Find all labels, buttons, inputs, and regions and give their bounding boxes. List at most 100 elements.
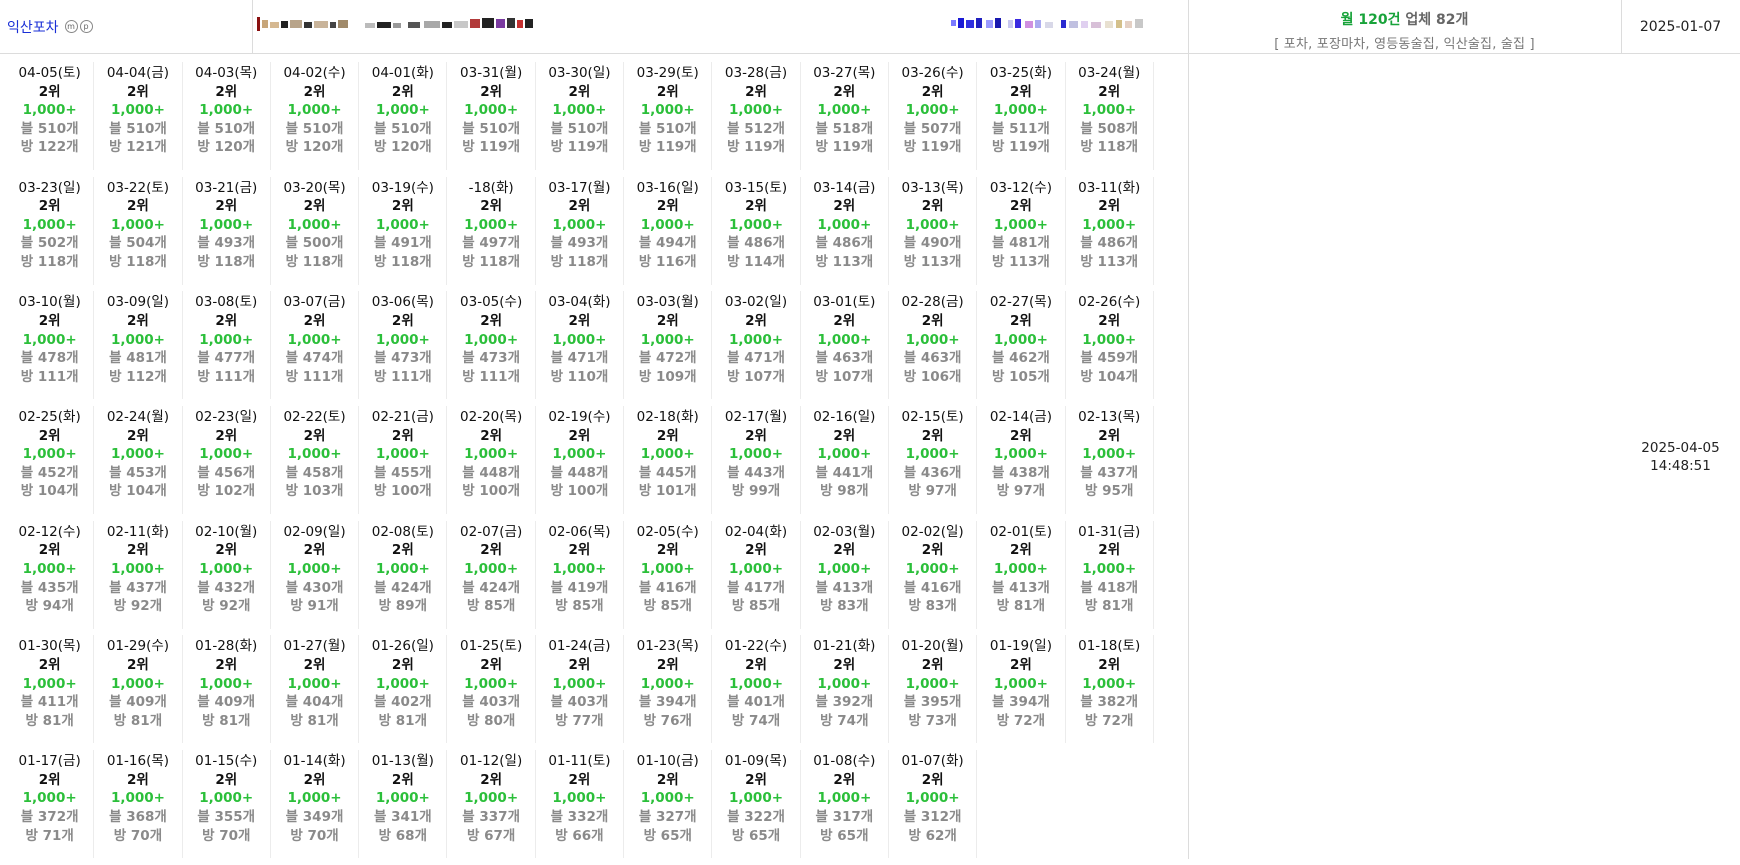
p-badge-icon[interactable]: p [79,20,93,33]
day-date: 01-11(토) [548,753,611,770]
day-cell: 03-08(토) 2위 1,000+ 블 477개 방 111개 [183,291,271,400]
day-date: 02-19(수) [548,409,611,426]
day-room-count: 방 94개 [25,598,74,615]
day-room-count: 방 89개 [378,598,427,615]
day-date: 03-04(화) [548,294,611,311]
day-cell: 02-15(토) 2위 1,000+ 블 436개 방 97개 [889,406,978,515]
day-room-count: 방 106개 [903,368,962,385]
day-date: 01-17(금) [18,753,81,770]
day-date: 03-07(금) [283,294,346,311]
day-count: 1,000+ [110,216,165,233]
day-count: 1,000+ [993,216,1048,233]
day-room-count: 방 104개 [20,483,79,500]
day-rank: 2위 [1098,427,1121,444]
day-room-count: 방 119개 [638,139,697,156]
day-count: 1,000+ [110,102,165,119]
day-count: 1,000+ [199,331,254,348]
day-count: 1,000+ [552,216,607,233]
day-blog-count: 블 462개 [992,350,1050,367]
day-date: 03-15(토) [724,179,788,196]
day-blog-count: 블 497개 [462,235,520,252]
day-date: 02-14(금) [989,409,1052,426]
day-rank: 2위 [656,312,679,329]
day-cell: 03-28(금) 2위 1,000+ 블 512개 방 119개 [712,62,801,170]
day-date: 03-26(수) [901,65,964,81]
day-blog-count: 블 463개 [815,350,874,367]
day-room-count: 방 113개 [992,254,1050,271]
day-rank: 2위 [215,198,238,215]
day-rank: 2위 [745,771,767,788]
day-cell: 01-15(수) 2위 1,000+ 블 355개 방 70개 [183,750,271,859]
day-count: 1,000+ [287,216,342,233]
day-blog-count: 블 510개 [285,120,344,137]
day-rank: 2위 [391,657,414,674]
day-cell: 03-05(수) 2위 1,000+ 블 473개 방 111개 [447,291,536,400]
day-cell: 03-23(일) 2위 1,000+ 블 502개 방 118개 [6,176,95,285]
day-blog-count: 블 486개 [1080,235,1139,252]
day-date: 01-08(수) [813,753,876,770]
day-cell: 03-17(월) 2위 1,000+ 블 493개 방 118개 [536,176,625,285]
day-blog-count: 블 518개 [815,120,874,137]
day-room-count: 방 92개 [113,598,163,615]
day-blog-count: 블 395개 [903,694,962,711]
day-rank: 2위 [38,542,61,559]
day-count: 1,000+ [905,675,960,692]
day-room-count: 방 113개 [815,254,874,271]
day-room-count: 방 83개 [820,598,869,615]
day-cell: 01-13(월) 2위 1,000+ 블 341개 방 68개 [359,750,448,859]
day-count: 1,000+ [993,675,1048,692]
total-count: 업체 82개 [1405,12,1469,28]
day-cell: 03-09(일) 2위 1,000+ 블 481개 방 112개 [94,291,183,400]
day-cell: 02-09(일) 2위 1,000+ 블 430개 방 91개 [271,520,360,629]
day-count: 1,000+ [552,331,607,348]
day-blog-count: 블 382개 [1080,694,1139,711]
day-room-count: 방 70개 [113,827,163,844]
day-cell: 03-22(토) 2위 1,000+ 블 504개 방 118개 [94,176,183,285]
day-rank: 2위 [921,542,944,559]
day-cell: 03-31(월) 2위 1,000+ 블 510개 방 119개 [447,62,536,170]
day-blog-count: 블 327개 [638,808,697,825]
day-blog-count: 블 453개 [109,464,167,481]
day-cell: 01-24(금) 2위 1,000+ 블 403개 방 77개 [536,635,625,744]
day-cell: 02-10(월) 2위 1,000+ 블 432개 방 92개 [183,520,271,629]
day-blog-count: 블 507개 [903,120,962,137]
day-blog-count: 블 448개 [462,464,520,481]
shop-name-cell: 익산포차 m p [0,0,253,53]
day-room-count: 방 111개 [285,368,344,385]
day-count: 1,000+ [905,446,960,463]
day-rank: 2위 [1098,542,1121,559]
day-blog-count: 블 510개 [462,120,520,137]
day-rank: 2위 [656,83,679,100]
monthly-summary: 월 120건 업체 82개 [1188,9,1621,29]
day-blog-count: 블 473개 [373,350,432,367]
day-rank: 2위 [745,83,767,100]
day-room-count: 방 118개 [462,254,520,271]
redacted-pixel-block [257,17,1143,31]
day-blog-count: 블 486개 [815,235,874,252]
shop-name-link[interactable]: 익산포차 [7,17,59,37]
day-cell: 01-27(월) 2위 1,000+ 블 404개 방 81개 [271,635,360,744]
day-rank: 2위 [480,657,503,674]
day-rank: 2위 [303,542,326,559]
day-blog-count: 블 472개 [638,350,697,367]
day-rank: 2위 [1098,312,1121,329]
day-rank: 2위 [1010,198,1032,215]
day-count: 1,000+ [729,560,784,577]
day-count: 1,000+ [993,102,1048,119]
day-rank: 2위 [1010,83,1032,100]
day-blog-count: 블 394개 [992,694,1050,711]
day-date: 01-25(토) [460,638,523,655]
day-cell: 01-26(일) 2위 1,000+ 블 402개 방 81개 [359,635,448,744]
day-cell: 02-17(월) 2위 1,000+ 블 443개 방 99개 [712,406,801,515]
day-cell: 01-07(화) 2위 1,000+ 블 312개 방 62개 [889,750,978,859]
day-count: 1,000+ [287,446,342,463]
m-badge-icon[interactable]: m [64,20,78,33]
day-count: 1,000+ [640,790,695,807]
day-room-count: 방 119개 [727,139,785,156]
day-date: 02-04(화) [724,523,788,540]
day-room-count: 방 102개 [197,483,256,500]
day-room-count: 방 118개 [1080,139,1139,156]
day-date: 03-06(목) [371,294,434,311]
day-room-count: 방 118개 [20,254,79,271]
day-room-count: 방 80개 [466,712,516,729]
